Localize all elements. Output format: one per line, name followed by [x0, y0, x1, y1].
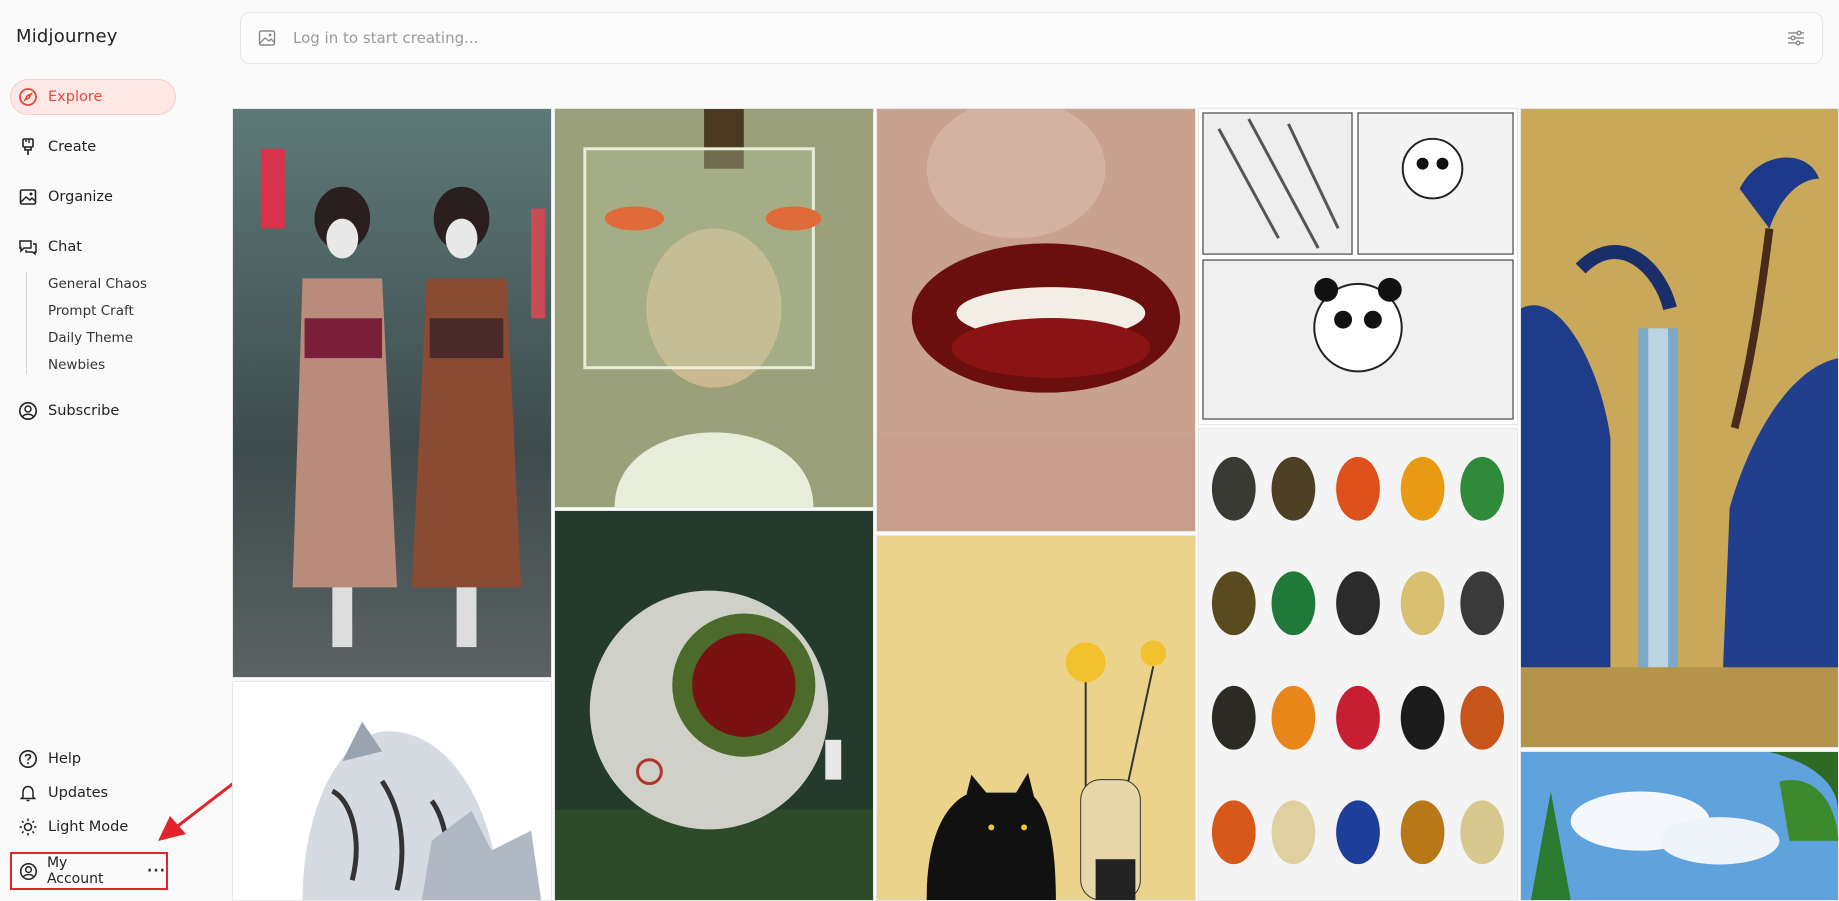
sidebar: Midjourney Explore Create Organize Chat …: [0, 0, 301, 901]
user-circle-icon: [19, 402, 37, 420]
my-account-label: My Account: [46, 855, 104, 887]
nav-help[interactable]: Help: [10, 741, 91, 777]
nav-updates-label: Updates: [48, 785, 109, 801]
brand-logo[interactable]: Midjourney: [16, 26, 118, 47]
nav-explore[interactable]: Explore: [10, 79, 176, 115]
image-prompt-icon[interactable]: [257, 28, 277, 48]
nav-updates[interactable]: Updates: [10, 775, 118, 811]
nav-help-label: Help: [48, 751, 82, 767]
bell-icon: [19, 785, 37, 802]
help-icon: [19, 750, 37, 768]
moss-sphere-astronaut-image[interactable]: [554, 510, 874, 901]
account-icon: [19, 862, 37, 880]
panda-astronaut-comic-image[interactable]: [1198, 108, 1518, 425]
white-tiger-image[interactable]: [232, 681, 552, 901]
nav-explore-label: Explore: [48, 89, 103, 105]
chat-room-daily-theme[interactable]: Daily Theme: [48, 330, 133, 346]
chat-room-general-chaos[interactable]: General Chaos: [48, 276, 147, 292]
nav-create-label: Create: [48, 139, 97, 155]
blue-gold-waterfall-image[interactable]: [1520, 108, 1839, 748]
prompt-input[interactable]: [291, 28, 1786, 48]
nav-subscribe-label: Subscribe: [48, 403, 120, 419]
brush-icon: [22, 138, 34, 155]
settings-sliders-icon[interactable]: [1786, 28, 1806, 48]
nav-light-mode-label: Light Mode: [48, 819, 129, 835]
prompt-bar[interactable]: [240, 12, 1823, 64]
chat-rooms-divider: [26, 272, 27, 374]
nav-chat-label: Chat: [48, 239, 82, 255]
more-options-icon[interactable]: ···: [147, 863, 166, 879]
sky-trees-image[interactable]: [1520, 751, 1839, 901]
lips-fangs-image[interactable]: [876, 108, 1196, 532]
chat-icon: [19, 240, 37, 256]
nav-light-mode[interactable]: Light Mode: [10, 809, 138, 845]
geisha-robots-image[interactable]: [232, 108, 552, 678]
nav-chat[interactable]: Chat: [10, 229, 92, 265]
compass-icon: [19, 88, 37, 106]
chat-room-newbies[interactable]: Newbies: [48, 357, 105, 373]
boy-fish-tank-image[interactable]: [554, 108, 874, 508]
nav-create[interactable]: Create: [10, 129, 106, 165]
chat-room-prompt-craft[interactable]: Prompt Craft: [48, 303, 134, 319]
image-icon: [19, 189, 37, 205]
nav-subscribe[interactable]: Subscribe: [10, 393, 129, 429]
sun-icon: [19, 818, 37, 836]
black-cat-flowers-image[interactable]: [876, 535, 1196, 901]
my-account-button[interactable]: My Account ···: [10, 852, 168, 890]
nav-organize-label: Organize: [48, 189, 113, 205]
nav-organize[interactable]: Organize: [10, 179, 123, 215]
beetles-grid-image[interactable]: [1198, 428, 1518, 901]
